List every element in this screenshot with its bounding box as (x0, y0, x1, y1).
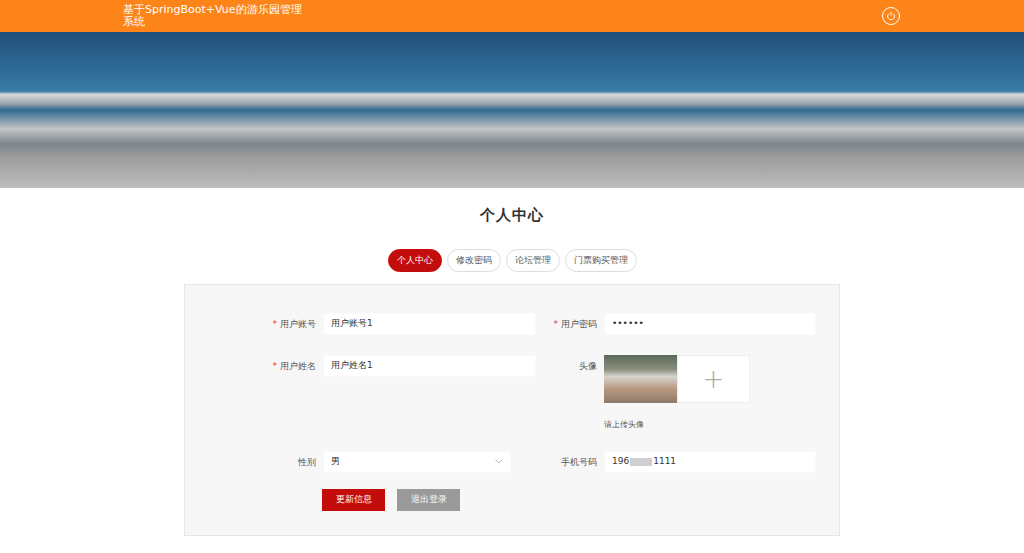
field-control: •••••• (604, 313, 816, 335)
chevron-icon (495, 455, 503, 469)
avatar-row: + (604, 355, 816, 403)
tab[interactable]: 门票购买管理 (565, 249, 637, 272)
page-title: 个人中心 (0, 188, 1024, 225)
banner-image (0, 32, 1024, 188)
button-row: 更新信息退出登录 (185, 489, 839, 511)
label-text: 手机号码 (561, 457, 597, 467)
logout-button[interactable]: 退出登录 (397, 489, 460, 511)
select-value: 男 (331, 455, 340, 469)
text-input[interactable]: •••••• (604, 313, 816, 335)
field-label: 手机号码 (543, 451, 597, 473)
top-bar: 基于SpringBoot+Vue的游乐园管理系统 (0, 0, 1024, 32)
field-label: 性别 (185, 451, 316, 473)
system-title: 基于SpringBoot+Vue的游乐园管理系统 (123, 4, 309, 28)
field-control: + 请上传头像 (604, 355, 816, 431)
tab[interactable]: 修改密码 (447, 249, 501, 272)
field-label: *用户密码 (543, 313, 597, 335)
field-label: *用户账号 (185, 313, 316, 335)
field-label: *用户姓名 (185, 355, 316, 377)
text-input[interactable]: 用户账号1 (323, 313, 536, 335)
field-control: 男 (323, 451, 536, 473)
required-mark: * (273, 319, 278, 329)
label-text: 头像 (579, 361, 597, 371)
upload-button[interactable]: + (677, 355, 750, 403)
label-text: 用户姓名 (280, 361, 316, 371)
upload-hint: 请上传头像 (604, 419, 816, 431)
required-mark: * (273, 361, 278, 371)
power-icon (886, 11, 896, 21)
field-control: 用户姓名1 (323, 355, 536, 377)
tab-bar: 个人中心修改密码论坛管理门票购买管理 (0, 249, 1024, 272)
phone-prefix: 196 (612, 455, 629, 469)
tab[interactable]: 个人中心 (388, 249, 442, 272)
label-text: 用户账号 (280, 319, 316, 329)
profile-panel: *用户账号用户账号1*用户密码••••••*用户姓名用户姓名1头像+请上传头像性… (184, 284, 840, 536)
label-text: 性别 (298, 457, 316, 467)
blur-mask (630, 458, 652, 466)
label-text: 用户密码 (561, 319, 597, 329)
text-input[interactable]: 用户姓名1 (323, 355, 536, 377)
required-mark: * (554, 319, 559, 329)
avatar-image (604, 355, 677, 403)
tab[interactable]: 论坛管理 (506, 249, 560, 272)
update-button[interactable]: 更新信息 (322, 489, 385, 511)
field-control: 用户账号1 (323, 313, 536, 335)
logout-button[interactable] (882, 7, 900, 25)
profile-form: *用户账号用户账号1*用户密码••••••*用户姓名用户姓名1头像+请上传头像性… (185, 313, 839, 473)
phone-suffix: 1111 (653, 455, 676, 469)
gender-select[interactable]: 男 (323, 451, 511, 473)
field-label: 头像 (543, 355, 597, 377)
phone-input[interactable]: 196 1111 (604, 451, 816, 473)
field-control: 196 1111 (604, 451, 816, 473)
